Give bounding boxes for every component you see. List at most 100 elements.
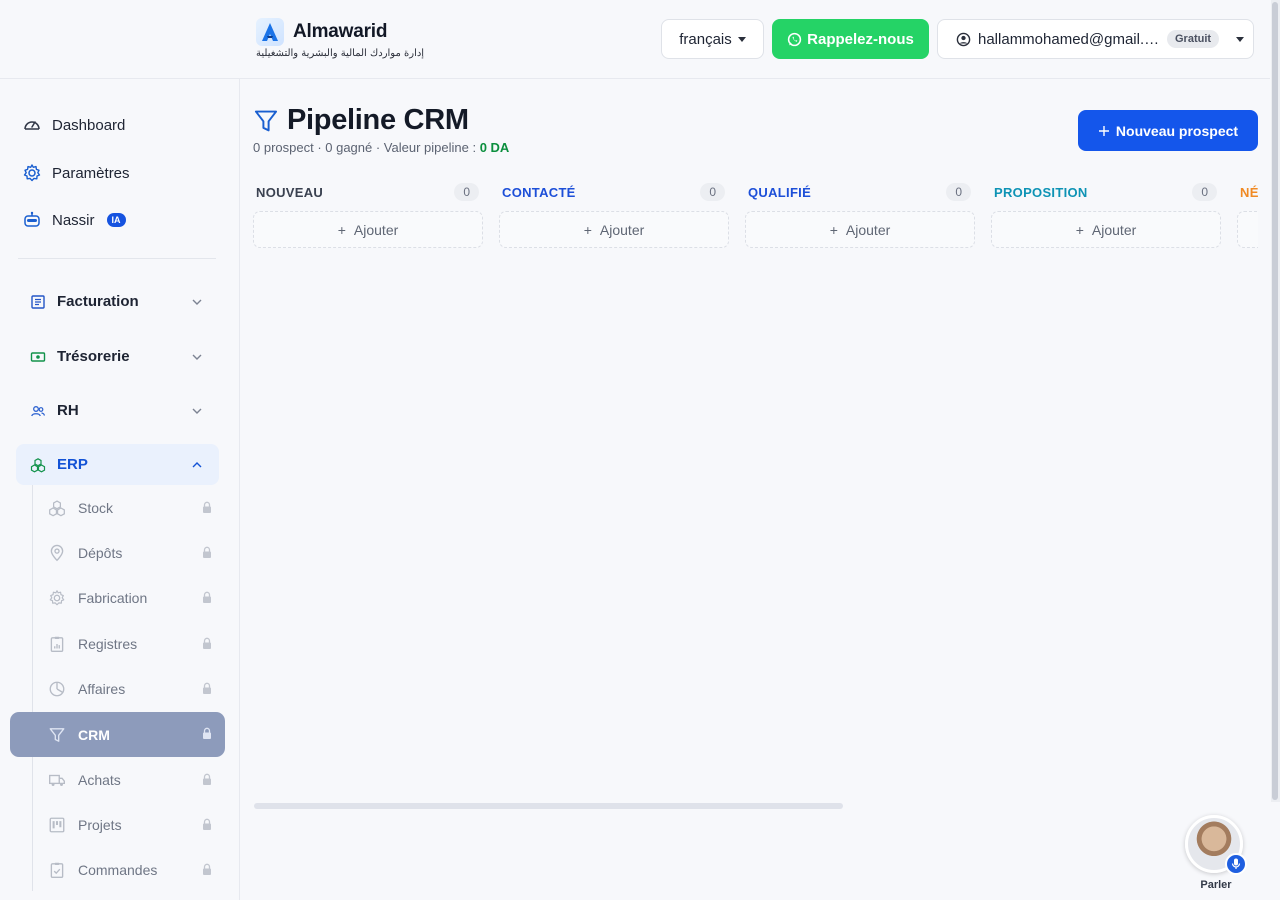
truck-icon [49, 774, 65, 786]
caret-down-icon [737, 36, 746, 42]
column-title: NOUVEAU [256, 184, 324, 200]
sidebar-group-facturation[interactable]: Facturation [16, 281, 219, 322]
chevron-up-icon [192, 462, 202, 468]
column-count: 0 [454, 183, 479, 201]
cubes-icon [49, 500, 65, 517]
sidebar-divider [18, 258, 216, 259]
map-pin-icon [50, 544, 64, 562]
vertical-scrollbar-thumb[interactable] [1272, 2, 1278, 800]
sidebar-item-depots[interactable]: Dépôts [48, 538, 214, 568]
horizontal-scrollbar[interactable] [254, 803, 843, 809]
sidebar-item-parametres[interactable]: Paramètres [22, 163, 130, 183]
sidebar-group-tresorerie[interactable]: Trésorerie [16, 336, 219, 377]
sidebar-item-achats[interactable]: Achats [48, 765, 214, 795]
add-card-button[interactable]: + Ajouter [991, 211, 1221, 248]
sidebar-item-label: Paramètres [52, 164, 130, 182]
lock-icon [203, 682, 211, 694]
top-bar: Almawarid إدارة مواردك المالية والبشرية … [0, 0, 1270, 79]
sidebar-item-registres[interactable]: Registres [48, 629, 214, 659]
language-select[interactable]: français [661, 19, 764, 59]
sidebar-item-label: Registres [78, 636, 138, 652]
sidebar-item-label: Projets [78, 817, 122, 833]
column-title: QUALIFIÉ [748, 184, 812, 200]
chevron-down-icon [192, 299, 202, 305]
pie-chart-icon [49, 681, 65, 697]
lock-icon [203, 727, 211, 739]
subnav-guide [32, 485, 33, 891]
brand[interactable]: Almawarid إدارة مواردك المالية والبشرية … [256, 18, 424, 59]
sidebar-item-nassir[interactable]: Nassir IA [22, 210, 126, 230]
cash-icon [30, 351, 46, 362]
gauge-icon [24, 121, 40, 130]
sidebar: Dashboard Paramètres Nassir IA Facturati… [0, 79, 240, 900]
add-card-button[interactable] [1237, 211, 1258, 248]
plus-icon: + [583, 221, 592, 238]
group-label: Facturation [57, 293, 139, 310]
pipeline-value: 0 DA [479, 140, 510, 155]
add-card-button[interactable]: + Ajouter [499, 211, 729, 248]
lock-icon [203, 591, 211, 603]
clipboard-chart-icon [50, 636, 64, 652]
group-label: ERP [57, 456, 88, 473]
sidebar-group-erp[interactable]: ERP [16, 444, 219, 485]
group-label: Trésorerie [57, 348, 130, 365]
column-count: 0 [700, 183, 725, 201]
summary-counts: 0 prospect · 0 gagné · Valeur pipeline : [253, 140, 480, 155]
sidebar-item-projets[interactable]: Projets [48, 810, 214, 840]
plus-icon: + [337, 221, 346, 238]
clipboard-check-icon [50, 862, 64, 878]
group-label: RH [57, 402, 79, 419]
cubes-icon [30, 457, 46, 472]
lock-icon [203, 637, 211, 649]
voice-assistant-button[interactable] [1185, 815, 1247, 877]
brand-name: Almawarid [293, 21, 388, 42]
plan-badge: Gratuit [1167, 30, 1220, 48]
kanban-icon [49, 817, 65, 833]
sidebar-item-fabrication[interactable]: Fabrication [48, 583, 214, 613]
add-card-button[interactable]: + Ajouter [745, 211, 975, 248]
new-prospect-button[interactable]: Nouveau prospect [1078, 110, 1258, 151]
funnel-icon [254, 110, 278, 131]
sidebar-item-label: CRM [78, 726, 110, 743]
user-email: hallammohamed@gmail.com [978, 30, 1160, 48]
plus-icon [1098, 125, 1109, 136]
brand-logo-icon [256, 18, 284, 46]
sidebar-item-label: Stock [78, 500, 114, 516]
sidebar-item-label: Affaires [78, 681, 126, 697]
sidebar-item-affaires[interactable]: Affaires [48, 674, 214, 704]
sidebar-item-label: Dashboard [52, 116, 126, 134]
column-title: PROPOSITION [994, 184, 1088, 200]
sidebar-item-dashboard[interactable]: Dashboard [22, 115, 125, 135]
pipeline-summary: 0 prospect · 0 gagné · Valeur pipeline :… [253, 140, 509, 155]
user-menu[interactable]: hallammohamed@gmail.com Gratuit [937, 19, 1254, 59]
sidebar-group-rh[interactable]: RH [16, 390, 219, 431]
sidebar-item-commandes[interactable]: Commandes [48, 855, 214, 885]
plus-icon: + [1075, 221, 1084, 238]
sidebar-item-label: Fabrication [78, 590, 148, 606]
callback-button[interactable]: Rappelez-nous [772, 19, 929, 59]
lock-icon [203, 863, 211, 875]
new-prospect-label: Nouveau prospect [1115, 122, 1239, 139]
user-circle-icon [956, 32, 971, 46]
sidebar-item-stock[interactable]: Stock [48, 493, 214, 523]
column-title: CONTACTÉ [502, 184, 576, 200]
pipeline-column-qualifie: QUALIFIÉ 0 + Ajouter [745, 182, 975, 248]
callback-label: Rappelez-nous [807, 30, 914, 48]
microphone-icon [1225, 853, 1247, 875]
ia-badge: IA [106, 213, 126, 227]
pipeline-column-contacte: CONTACTÉ 0 + Ajouter [499, 182, 729, 248]
robot-icon [24, 211, 40, 227]
gear-icon [49, 590, 65, 606]
column-title: NÉ [1240, 184, 1258, 200]
sidebar-item-label: Commandes [78, 862, 158, 878]
lock-icon [203, 546, 211, 558]
brand-tagline: إدارة مواردك المالية والبشرية والتشغيلية [256, 48, 425, 59]
sidebar-item-label: Dépôts [78, 545, 123, 561]
add-card-button[interactable]: + Ajouter [253, 211, 483, 248]
sidebar-item-crm[interactable]: CRM [10, 712, 225, 757]
pipeline-column-nouveau: NOUVEAU 0 + Ajouter [253, 182, 483, 248]
lock-icon [203, 818, 211, 830]
chevron-down-icon [192, 354, 202, 360]
invoice-icon [31, 294, 45, 309]
sidebar-item-label: Achats [78, 772, 121, 788]
